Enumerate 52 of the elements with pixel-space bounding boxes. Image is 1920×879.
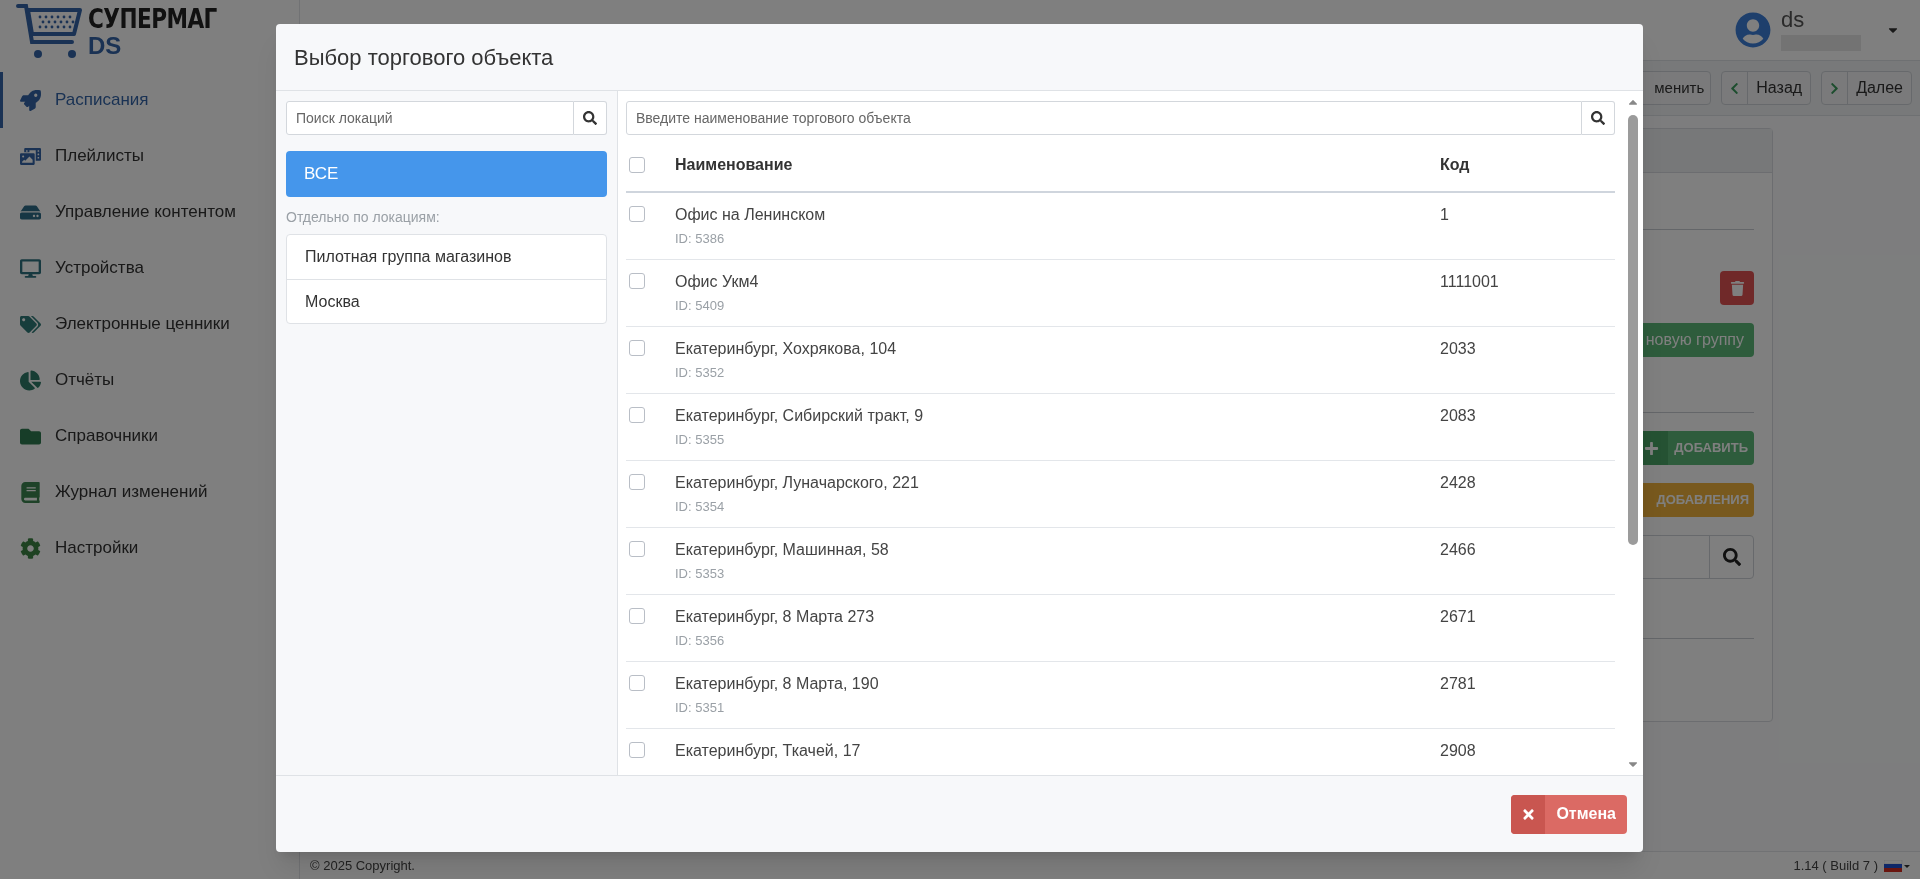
object-id: ID: 5352 — [675, 364, 726, 382]
object-code: 2781 — [1440, 674, 1476, 694]
user-name[interactable]: ds — [1781, 9, 1876, 31]
sidebar-item[interactable]: Справочники — [0, 408, 270, 464]
object-code: 2428 — [1440, 473, 1476, 493]
object-search-field[interactable]: Введите наименование торгового объекта — [626, 101, 1582, 135]
object-name: Екатеринбург, Ткачей, 17 — [675, 741, 862, 761]
object-name: Офис на Ленинском — [675, 205, 827, 225]
sidebar-item[interactable]: Устройства — [0, 240, 270, 296]
cancel-button[interactable]: Отмена — [1511, 794, 1627, 834]
section-label: Отдельно по локациям: — [286, 208, 441, 227]
column-header: Код — [1440, 155, 1470, 175]
object-name: Екатеринбург, Машинная, 58 — [675, 540, 890, 560]
object-name: Екатеринбург, Луначарского, 221 — [675, 473, 920, 493]
object-code: 2466 — [1440, 540, 1476, 560]
object-name: Екатеринбург, Сибирский тракт, 9 — [675, 406, 925, 426]
object-name: Екатеринбург, 8 Марта 273 — [675, 607, 876, 627]
modal-title: Выбор торгового объекта — [294, 43, 554, 72]
back-button[interactable]: Назад — [1721, 71, 1812, 105]
object-id: ID: 5354 — [675, 498, 726, 516]
sidebar-item[interactable]: Управление контентом — [0, 184, 270, 240]
sidebar-item[interactable]: Расписания — [0, 72, 270, 128]
location-item[interactable]: Пилотная группа магазинов — [287, 235, 606, 279]
object-id: ID: 5386 — [675, 230, 726, 248]
all-locations-button[interactable]: ВСЕ — [286, 151, 607, 197]
object-code: 2671 — [1440, 607, 1476, 627]
copyright-text: © 2025 Copyright. — [310, 856, 415, 875]
object-id: ID: 5356 — [675, 632, 726, 650]
object-id: ID: 5353 — [675, 565, 726, 583]
object-name: Офис Укм4 — [675, 272, 760, 292]
sidebar-item[interactable]: Настройки — [0, 520, 270, 576]
object-name: Екатеринбург, 8 Марта, 190 — [675, 674, 880, 694]
object-id: ID: 5351 — [675, 699, 726, 717]
next-button[interactable]: Далее — [1821, 71, 1912, 105]
sidebar-item[interactable]: Журнал изменений — [0, 464, 270, 520]
logo-title: СУПЕРМАГ — [88, 5, 217, 32]
version-text: 1.14 ( Build 7 ) — [1793, 856, 1878, 875]
object-code: 2083 — [1440, 406, 1476, 426]
object-code: 2033 — [1440, 339, 1476, 359]
sidebar-item[interactable]: Плейлисты — [0, 128, 270, 184]
object-id: ID: 5355 — [675, 431, 726, 449]
object-code: 1111001 — [1440, 272, 1499, 292]
location-search-field[interactable]: Поиск локаций — [286, 101, 574, 135]
logo-subtitle: DS — [88, 34, 123, 58]
sidebar-item[interactable]: Электронные ценники — [0, 296, 270, 352]
object-code: 1 — [1440, 205, 1449, 225]
object-name: Екатеринбург, Хохрякова, 104 — [675, 339, 898, 359]
sidebar-item[interactable]: Отчёты — [0, 352, 270, 408]
column-header: Наименование — [675, 155, 794, 175]
object-id: ID: 5409 — [675, 297, 726, 315]
object-code: 2908 — [1440, 741, 1476, 761]
location-item[interactable]: Москва — [287, 279, 606, 323]
